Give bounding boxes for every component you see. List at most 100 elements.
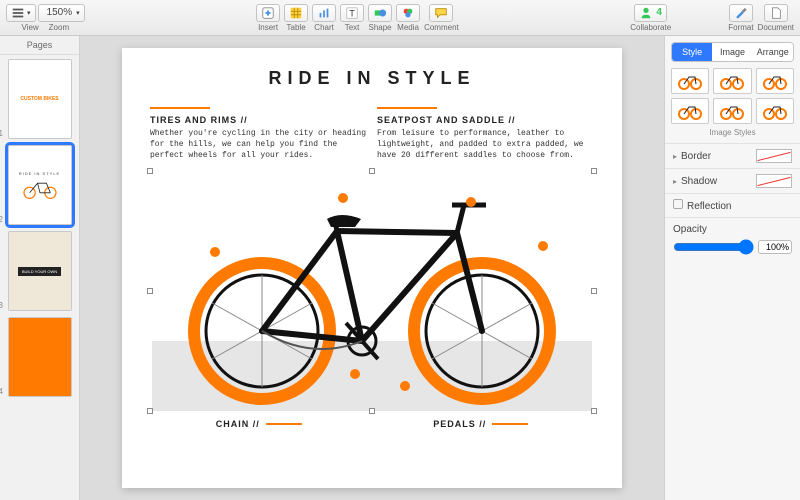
chart-button[interactable] (312, 4, 336, 22)
tab-style[interactable]: Style (672, 43, 712, 61)
disclosure-icon: ▸ (673, 152, 677, 161)
label-pedals: PEDALS // (433, 419, 528, 429)
opacity-slider[interactable] (673, 239, 754, 255)
document-label: Document (758, 23, 794, 32)
insert-icon (261, 6, 275, 20)
toolbar: ▾ 150% ▾ View Zoom Insert Table Chart TT… (0, 0, 800, 36)
selection-handle[interactable] (369, 168, 375, 174)
comment-icon (434, 6, 448, 20)
collaborate-label: Collaborate (630, 23, 671, 32)
image-style-swatch[interactable] (756, 98, 794, 124)
shape-icon (373, 6, 387, 20)
selection-handle[interactable] (591, 288, 597, 294)
callout-title: SEATPOST AND SADDLE // (377, 115, 594, 125)
view-group: ▾ 150% ▾ View Zoom (6, 4, 85, 32)
comment-button[interactable] (429, 4, 453, 22)
shadow-row[interactable]: ▸Shadow (665, 168, 800, 193)
selection-handle[interactable] (591, 408, 597, 414)
opacity-label: Opacity (673, 224, 792, 235)
image-styles-label: Image Styles (665, 128, 800, 137)
selection-handle[interactable] (147, 168, 153, 174)
page-thumb-4[interactable]: 4 (8, 317, 72, 397)
border-swatch[interactable] (756, 149, 792, 163)
shape-label: Shape (369, 23, 392, 32)
bike-icon (20, 176, 60, 200)
collab-count: 4 (656, 7, 662, 18)
page-thumb-1[interactable]: 1CUSTOM BIKES (8, 59, 72, 139)
tab-arrange[interactable]: Arrange (753, 43, 793, 61)
selection-handle[interactable] (591, 168, 597, 174)
image-style-swatch[interactable] (671, 98, 709, 124)
comment-label: Comment (424, 23, 459, 32)
person-icon (639, 6, 653, 20)
insert-label: Insert (258, 23, 278, 32)
table-label: Table (287, 23, 306, 32)
callout-line (266, 423, 302, 425)
view-icon (11, 6, 25, 20)
media-button[interactable] (396, 4, 420, 22)
opacity-row: Opacity (665, 217, 800, 261)
bike-illustration (150, 171, 594, 411)
table-icon (289, 6, 303, 20)
chart-icon (317, 6, 331, 20)
main: Pages 1CUSTOM BIKES 2RIDE IN STYLE 3BUIL… (0, 36, 800, 500)
page-thumbnails: 1CUSTOM BIKES 2RIDE IN STYLE 3BUILD YOUR… (0, 55, 79, 500)
image-styles-grid (665, 68, 800, 124)
callout-body: From leisure to performance, leather to … (377, 129, 594, 161)
border-row[interactable]: ▸Border (665, 143, 800, 168)
callout-line (492, 423, 528, 425)
view-label: View (21, 23, 38, 32)
image-style-swatch[interactable] (756, 68, 794, 94)
text-icon: T (345, 6, 359, 20)
shadow-swatch[interactable] (756, 174, 792, 188)
page-title: RIDE IN STYLE (150, 68, 594, 89)
shape-button[interactable] (368, 4, 392, 22)
format-label: Format (728, 23, 753, 32)
reflection-checkbox[interactable] (673, 199, 683, 209)
document-page[interactable]: RIDE IN STYLE TIRES AND RIMS // Whether … (122, 48, 622, 488)
selection-handle[interactable] (147, 288, 153, 294)
zoom-label: Zoom (49, 23, 69, 32)
tab-image[interactable]: Image (712, 43, 752, 61)
text-label: Text (345, 23, 360, 32)
inspector-subtabs: Style Image Arrange (671, 42, 794, 62)
collaborate-button[interactable]: 4 (634, 4, 667, 22)
media-icon (401, 6, 415, 20)
selection-handle[interactable] (369, 408, 375, 414)
reflection-row[interactable]: Reflection (665, 193, 800, 217)
callout-body: Whether you're cycling in the city or he… (150, 129, 367, 161)
image-style-swatch[interactable] (713, 98, 751, 124)
chart-label: Chart (314, 23, 334, 32)
format-button[interactable] (729, 4, 753, 22)
label-chain: CHAIN // (216, 419, 302, 429)
bike-image[interactable] (150, 171, 594, 411)
bottom-labels: CHAIN // PEDALS // (150, 419, 594, 429)
inspector-panel: Style Image Arrange Image Styles ▸Border… (664, 36, 800, 500)
document-button[interactable] (764, 4, 788, 22)
pages-panel: Pages 1CUSTOM BIKES 2RIDE IN STYLE 3BUIL… (0, 36, 80, 500)
opacity-field[interactable] (758, 240, 792, 254)
canvas[interactable]: RIDE IN STYLE TIRES AND RIMS // Whether … (80, 36, 664, 500)
callout-title: TIRES AND RIMS // (150, 115, 367, 125)
table-button[interactable] (284, 4, 308, 22)
insert-button[interactable] (256, 4, 280, 22)
callout-line (150, 107, 210, 109)
pages-header: Pages (0, 36, 79, 55)
media-label: Media (397, 23, 419, 32)
text-button[interactable]: T (340, 4, 364, 22)
image-style-swatch[interactable] (713, 68, 751, 94)
document-icon (769, 6, 783, 20)
disclosure-icon: ▸ (673, 177, 677, 186)
callouts-row: TIRES AND RIMS // Whether you're cycling… (150, 107, 594, 161)
page-thumb-3[interactable]: 3BUILD YOUR OWN (8, 231, 72, 311)
callout-tires: TIRES AND RIMS // Whether you're cycling… (150, 107, 367, 161)
callout-line (377, 107, 437, 109)
page-thumb-2[interactable]: 2RIDE IN STYLE (8, 145, 72, 225)
zoom-button[interactable]: 150% ▾ (38, 4, 85, 22)
selection-handle[interactable] (147, 408, 153, 414)
image-style-swatch[interactable] (671, 68, 709, 94)
view-button[interactable]: ▾ (6, 4, 36, 22)
svg-text:T: T (349, 8, 355, 18)
callout-seatpost: SEATPOST AND SADDLE // From leisure to p… (377, 107, 594, 161)
zoom-value: 150% (43, 7, 77, 18)
